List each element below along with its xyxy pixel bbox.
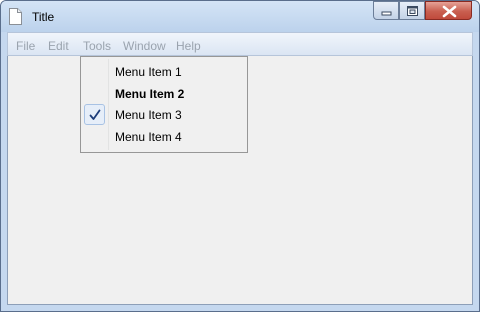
minimize-icon [381,11,392,16]
menu-file[interactable]: File [16,39,35,53]
menu-edit[interactable]: Edit [48,39,69,53]
tools-dropdown-menu: Menu Item 1 Menu Item 2 Menu Item 3 Menu… [80,56,248,153]
window-controls [373,1,473,21]
title-bar[interactable]: Title [1,1,479,32]
menu-item-label: Menu Item 4 [115,130,182,144]
menu-item-3[interactable]: Menu Item 3 [81,103,247,125]
menu-item-4[interactable]: Menu Item 4 [81,125,247,147]
menu-bar: File Edit Tools Window Help [7,32,473,56]
menu-item-label: Menu Item 1 [115,65,182,79]
maximize-button[interactable] [399,1,425,20]
close-button[interactable] [425,1,472,20]
menu-help[interactable]: Help [176,39,201,53]
menu-item-1[interactable]: Menu Item 1 [81,60,247,82]
checkmark-indicator [84,104,105,125]
document-icon [9,8,22,25]
close-icon [442,5,457,18]
window-title: Title [32,10,55,24]
menu-item-2[interactable]: Menu Item 2 [81,82,247,104]
menu-window[interactable]: Window [123,39,166,53]
checkmark-icon [89,109,101,120]
minimize-button[interactable] [373,1,399,20]
menu-item-label: Menu Item 2 [115,87,185,101]
menu-tools[interactable]: Tools [83,39,111,53]
menu-item-label: Menu Item 3 [115,108,182,122]
app-window: Title File Edit Tools Window Help [0,0,480,312]
maximize-icon [407,6,418,16]
